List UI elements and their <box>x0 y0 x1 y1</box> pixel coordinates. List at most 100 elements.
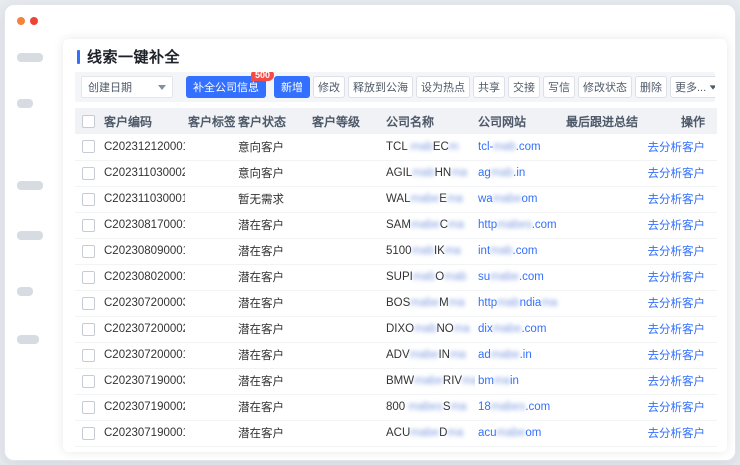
cell-customer-status: 潜在客户 <box>235 394 309 420</box>
analyze-customer-link[interactable]: 去分析客户 <box>648 194 706 206</box>
analyze-customer-link[interactable]: 去分析客户 <box>648 402 706 414</box>
redacted-text: mab <box>412 245 434 257</box>
row-checkbox[interactable] <box>82 167 95 180</box>
redacted-text: mab <box>413 271 435 283</box>
cell-company-website[interactable]: intmab.com <box>475 238 563 264</box>
cell-company-website[interactable]: wamabeom <box>475 186 563 212</box>
cell-company-website[interactable]: httpmabes.com <box>475 212 563 238</box>
row-checkbox[interactable] <box>82 323 95 336</box>
chevron-down-icon <box>710 85 715 89</box>
page-header: 线索一键补全 <box>75 39 715 72</box>
visible-text: IN <box>438 349 450 361</box>
redacted-text: mabe <box>410 427 439 439</box>
cell-company-website[interactable]: sumabe.com <box>475 264 563 290</box>
cell-customer-level <box>309 368 383 394</box>
cell-action: 去分析客户 <box>643 264 717 290</box>
analyze-customer-link[interactable]: 去分析客户 <box>648 376 706 388</box>
cell-customer-code: C202307190003 <box>101 368 185 394</box>
cell-action: 去分析客户 <box>643 316 717 342</box>
row-checkbox[interactable] <box>82 219 95 232</box>
toolbar-action-button[interactable]: 设为热点 <box>416 76 470 98</box>
cell-customer-level <box>309 342 383 368</box>
redacted-text: mabe <box>411 193 440 205</box>
analyze-customer-link[interactable]: 去分析客户 <box>648 220 706 232</box>
toolbar-action-button[interactable]: 释放到公海 <box>348 76 413 98</box>
redacted-text: mab <box>497 297 519 309</box>
row-checkbox[interactable] <box>82 349 95 362</box>
date-filter-select[interactable]: 创建日期 <box>81 76 173 98</box>
cell-company-website[interactable]: agmab.in <box>475 160 563 186</box>
cell-customer-status: 潜在客户 <box>235 212 309 238</box>
row-checkbox[interactable] <box>82 401 95 414</box>
toolbar-action-button[interactable]: 共享 <box>473 76 505 98</box>
toolbar-action-button[interactable]: 修改 <box>313 76 345 98</box>
analyze-customer-link[interactable]: 去分析客户 <box>648 142 706 154</box>
sidebar-skeleton-item <box>17 287 33 296</box>
cell-company-website[interactable]: bmmain <box>475 368 563 394</box>
redacted-text: mab <box>412 167 434 179</box>
cell-company-website[interactable]: dixmabe.com <box>475 316 563 342</box>
toolbar: 创建日期 补全公司信息 500 新增 修改释放到公海设为热点共享交接写信修改状态… <box>75 72 715 102</box>
cell-customer-level <box>309 394 383 420</box>
redacted-text: mabes <box>408 401 443 413</box>
visible-text: wa <box>478 193 493 205</box>
analyze-customer-link[interactable]: 去分析客户 <box>648 246 706 258</box>
cell-customer-level <box>309 238 383 264</box>
toolbar-action-button[interactable]: 修改状态 <box>578 76 632 98</box>
visible-text: AGIL <box>386 167 412 179</box>
toolbar-action-button[interactable]: 删除 <box>635 76 667 98</box>
cell-customer-tag <box>185 420 235 446</box>
cell-company-website[interactable]: 18mabes.com <box>475 394 563 420</box>
complete-company-info-button[interactable]: 补全公司信息 500 <box>186 76 266 98</box>
row-checkbox[interactable] <box>82 375 95 388</box>
cell-company-website[interactable]: acumabeom <box>475 420 563 446</box>
add-button[interactable]: 新增 <box>274 76 310 98</box>
redacted-text: mabe <box>497 427 526 439</box>
select-all-checkbox[interactable] <box>82 115 95 128</box>
cell-customer-code: C202311030001 <box>101 186 185 212</box>
cell-company-website[interactable]: httpmabndiama <box>475 290 563 316</box>
cell-followup-summary <box>563 290 643 316</box>
visible-text: S <box>443 401 451 413</box>
visible-text: M <box>439 297 449 309</box>
cell-company-website[interactable]: tcl-mab.com <box>475 134 563 160</box>
analyze-customer-link[interactable]: 去分析客户 <box>648 350 706 362</box>
cell-company-name: WALmabeEma <box>383 186 475 212</box>
promo-badge: 500 <box>251 72 274 81</box>
row-checkbox[interactable] <box>82 245 95 258</box>
table-row: C202307190001 潜在客户 ACUmabeDma acumabeom … <box>75 420 717 446</box>
visible-text: BMW <box>386 375 414 387</box>
analyze-customer-link[interactable]: 去分析客户 <box>648 324 706 336</box>
visible-text: http <box>478 297 497 309</box>
cell-company-name: 800 mabesSma <box>383 394 475 420</box>
window-close-dot[interactable] <box>30 17 38 25</box>
visible-text: .com <box>525 401 550 413</box>
column-header: 客户状态 <box>235 108 309 134</box>
redacted-text: mabe <box>410 349 439 361</box>
cell-customer-level <box>309 290 383 316</box>
row-checkbox[interactable] <box>82 193 95 206</box>
row-select-cell <box>75 290 101 316</box>
analyze-customer-link[interactable]: 去分析客户 <box>648 428 706 440</box>
row-checkbox[interactable] <box>82 427 95 440</box>
more-button[interactable]: 更多... <box>670 76 715 98</box>
cell-followup-summary <box>563 420 643 446</box>
cell-customer-code: C202307200003 <box>101 290 185 316</box>
window-minimize-dot[interactable] <box>17 17 25 25</box>
visible-text: WAL <box>386 193 411 205</box>
cell-customer-status: 潜在客户 <box>235 342 309 368</box>
analyze-customer-link[interactable]: 去分析客户 <box>648 298 706 310</box>
table-row: C202311030002 意向客户 AGILmabHNma agmab.in … <box>75 160 717 186</box>
row-checkbox[interactable] <box>82 297 95 310</box>
analyze-customer-link[interactable]: 去分析客户 <box>648 168 706 180</box>
cell-customer-tag <box>185 342 235 368</box>
analyze-customer-link[interactable]: 去分析客户 <box>648 272 706 284</box>
toolbar-action-button[interactable]: 写信 <box>543 76 575 98</box>
row-checkbox[interactable] <box>82 140 95 153</box>
cell-company-name: ACUmabeDma <box>383 420 475 446</box>
cell-company-website[interactable]: admabe.in <box>475 342 563 368</box>
visible-text: ag <box>478 167 491 179</box>
row-checkbox[interactable] <box>82 271 95 284</box>
visible-text: C <box>440 219 448 231</box>
toolbar-action-button[interactable]: 交接 <box>508 76 540 98</box>
